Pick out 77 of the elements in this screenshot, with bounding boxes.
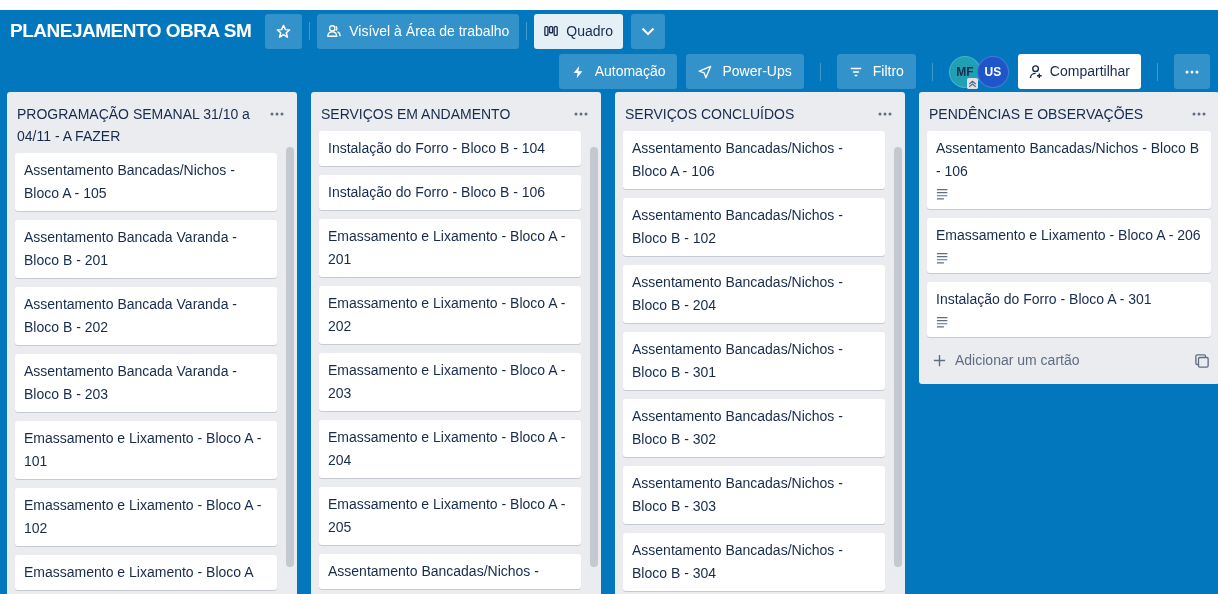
task-card[interactable]: Instalação do Forro - Bloco B - 104 — [319, 131, 581, 166]
card-title: Assentamento Bancada Varanda - Bloco B - 202 — [24, 295, 238, 337]
task-card[interactable]: Emassamento e Lixamento - Bloco A - 201 — [319, 219, 581, 277]
task-card[interactable]: Assentamento Bancadas/Nichos - — [319, 554, 581, 589]
card-title: Assentamento Bancadas/Nichos - Bloco A - 106 — [632, 139, 844, 181]
task-card[interactable]: Emassamento e Lixamento - Bloco A - 101 — [15, 421, 277, 479]
add-person-icon — [1028, 64, 1044, 79]
star-button[interactable] — [265, 13, 303, 49]
card-title: Emassamento e Lixamento - Bloco A — [24, 563, 255, 582]
task-card[interactable]: Assentamento Bancadas/Nichos - Bloco A - 105 — [15, 153, 277, 211]
task-card[interactable]: Assentamento Bancadas/Nichos - Bloco B - 204 — [623, 265, 885, 323]
star-icon — [276, 23, 292, 39]
scrollbar[interactable] — [894, 147, 902, 567]
task-card[interactable]: Assentamento Bancadas/Nichos - Bloco B - 102 — [623, 198, 885, 256]
card-title: Instalação do Forro - Bloco B - 104 — [328, 139, 547, 158]
task-card[interactable]: Emassamento e Lixamento - Bloco A - 205 — [319, 487, 581, 545]
task-card[interactable]: Assentamento Bancadas/Nichos - Bloco A - 106 — [623, 131, 885, 189]
task-card[interactable]: Instalação do Forro - Bloco A - 301 — [927, 282, 1211, 337]
card-title: Assentamento Bancada Varanda - Bloco B - 201 — [24, 228, 238, 270]
card-title: Emassamento e Lixamento - Bloco A - 206 — [936, 226, 1202, 245]
list-title[interactable]: SERVIÇOS EM ANDAMENTO — [321, 103, 511, 125]
member-avatar[interactable]: US — [976, 55, 1009, 88]
card-title: Assentamento Bancadas/Nichos - Bloco B - 102 — [632, 206, 844, 248]
list-menu-icon[interactable] — [877, 112, 893, 116]
scrollbar[interactable] — [590, 147, 598, 567]
card-title: Assentamento Bancadas/Nichos - Bloco B - 301 — [632, 340, 844, 382]
board-icon — [544, 24, 559, 38]
task-card[interactable]: Emassamento e Lixamento - Bloco A - 204 — [319, 420, 581, 478]
list-title[interactable]: SERVIÇOS CONCLUÍDOS — [625, 103, 795, 125]
view-button[interactable]: Quadro — [534, 13, 624, 49]
task-card[interactable]: Assentamento Bancadas/Nichos - Bloco B - 106 — [927, 131, 1211, 209]
board-title: PLANEJAMENTO OBRA SM — [10, 19, 252, 43]
task-card[interactable]: Assentamento Bancadas/Nichos - Bloco B - 302 — [623, 399, 885, 457]
task-card[interactable]: Emassamento e Lixamento - Bloco A - 202 — [319, 286, 581, 344]
task-card[interactable]: Assentamento Bancada Varanda - Bloco B - 203 — [15, 354, 277, 412]
list-title[interactable]: PROGRAMAÇÃO SEMANAL 31/10 a 04/11 - A FAZER — [17, 103, 269, 147]
more-icon — [1184, 69, 1200, 74]
card-title: Assentamento Bancadas/Nichos - Bloco B - 304 — [632, 541, 844, 583]
task-card[interactable]: Assentamento Bancada Varanda - Bloco B - 201 — [15, 220, 277, 278]
card-title: Instalação do Forro - Bloco A - 301 — [936, 290, 1153, 309]
list-menu-icon[interactable] — [269, 112, 285, 116]
task-card[interactable]: Assentamento Bancadas/Nichos - Bloco B - 301 — [623, 332, 885, 390]
card-title: Emassamento e Lixamento - Bloco A - 203 — [328, 361, 567, 403]
view-menu-button[interactable] — [631, 13, 666, 49]
card-title: Assentamento Bancadas/Nichos - Bloco B - 204 — [632, 273, 844, 315]
list-menu-icon[interactable] — [573, 112, 589, 116]
task-card[interactable]: Emassamento e Lixamento - Bloco A — [15, 555, 277, 590]
card-title: Emassamento e Lixamento - Bloco A - 202 — [328, 294, 567, 336]
task-card[interactable]: Emassamento e Lixamento - Bloco A - 102 — [15, 488, 277, 546]
admin-chevron-icon — [966, 77, 978, 89]
plus-icon — [932, 353, 947, 368]
card-title: Assentamento Bancadas/Nichos - Bloco B - 302 — [632, 407, 844, 449]
people-icon — [327, 24, 342, 38]
list-title[interactable]: PENDÊNCIAS E OBSERVAÇÕES — [929, 103, 1144, 125]
card-title: Assentamento Bancadas/Nichos - — [328, 562, 540, 581]
card-title: Instalação do Forro - Bloco B - 106 — [328, 183, 547, 202]
card-title: Emassamento e Lixamento - Bloco A - 205 — [328, 495, 567, 537]
task-card[interactable]: Assentamento Bancadas/Nichos - Bloco B - 303 — [623, 466, 885, 524]
card-title: Assentamento Bancadas/Nichos - Bloco A - 105 — [24, 161, 236, 203]
template-icon[interactable] — [1195, 353, 1209, 368]
member-avatar[interactable]: MF — [948, 55, 981, 88]
share-button[interactable]: Compartilhar — [1017, 54, 1141, 89]
scrollbar[interactable] — [286, 147, 294, 567]
task-card[interactable]: Emassamento e Lixamento - Bloco A - 203 — [319, 353, 581, 411]
add-card-button[interactable]: Adicionar um cartão — [931, 349, 1081, 372]
task-card[interactable]: Assentamento Bancada Varanda - Bloco B - 202 — [15, 287, 277, 345]
card-title: Assentamento Bancadas/Nichos - Bloco B - 106 — [936, 139, 1201, 181]
task-card[interactable]: Instalação do Forro - Bloco B - 106 — [319, 175, 581, 210]
task-card[interactable]: Emassamento e Lixamento - Bloco A - 206 — [927, 218, 1211, 273]
card-title: Emassamento e Lixamento - Bloco A - 204 — [328, 428, 567, 470]
card-title: Emassamento e Lixamento - Bloco A - 102 — [24, 496, 263, 538]
card-title: Emassamento e Lixamento - Bloco A - 201 — [328, 227, 567, 269]
card-title: Assentamento Bancada Varanda - Bloco B - 203 — [24, 362, 238, 404]
card-title: Emassamento e Lixamento - Bloco A - 101 — [24, 429, 263, 471]
card-title: Assentamento Bancadas/Nichos - Bloco B - 303 — [632, 474, 844, 516]
task-card[interactable]: Assentamento Bancadas/Nichos - Bloco B - 304 — [623, 533, 885, 591]
list-menu-icon[interactable] — [1191, 112, 1207, 116]
